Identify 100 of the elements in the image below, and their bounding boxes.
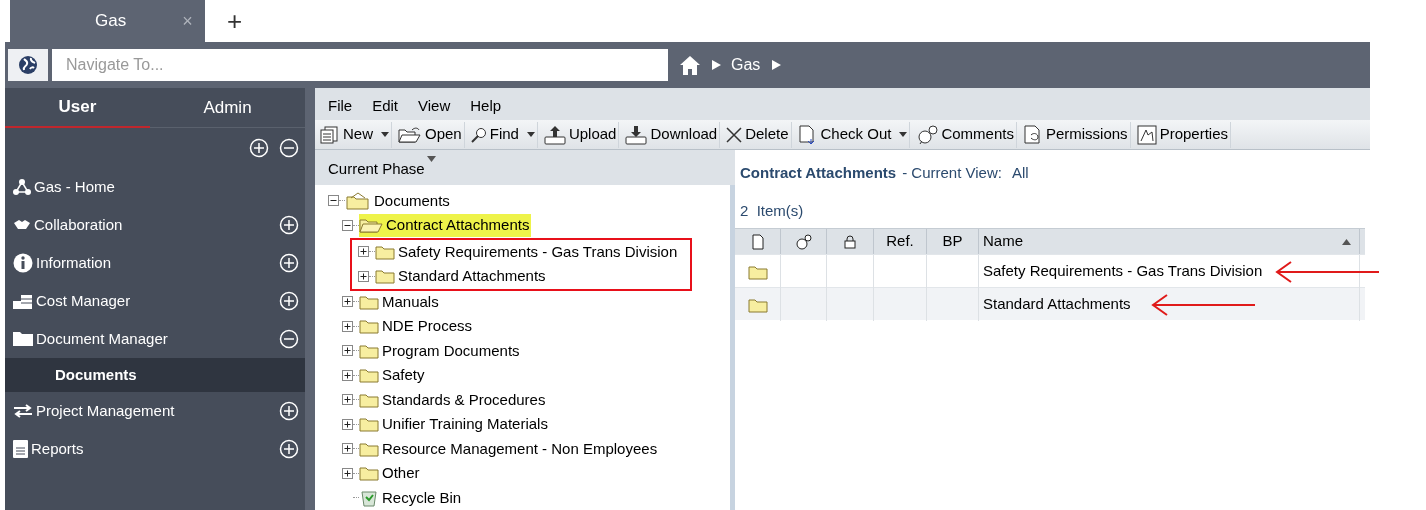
tree-item[interactable]: Safety (359, 364, 427, 387)
folder-icon (359, 342, 379, 359)
expand-icon[interactable] (342, 296, 353, 308)
toolbar-button[interactable]: Check Out (795, 121, 911, 148)
toolbar-button[interactable]: New (318, 121, 392, 148)
column-header[interactable]: Name (983, 230, 1023, 253)
folder-icon (359, 465, 379, 482)
toolbar-button[interactable]: Permissions (1020, 121, 1131, 148)
nav-item[interactable]: Document Manager (13, 327, 279, 351)
expand-icon[interactable] (342, 320, 353, 332)
toolbar-icon (470, 126, 487, 143)
table-cell-text: Standard Attachments (983, 294, 1131, 315)
column-icon[interactable] (844, 234, 856, 249)
toolbar-button[interactable]: Download (623, 121, 721, 148)
sidebar-tab[interactable]: Admin (150, 88, 295, 128)
tab-title: Gas (95, 10, 127, 33)
home-icon (678, 54, 702, 76)
nav-item[interactable]: Cost Manager (13, 289, 279, 313)
collapse-icon[interactable] (342, 219, 353, 231)
tree-item[interactable]: Safety Requirements - Gas Trans Division (375, 240, 680, 263)
column-icon[interactable] (751, 233, 764, 250)
expand-icon[interactable] (342, 467, 353, 479)
nav-icon (13, 332, 33, 346)
folder-title: Contract Attachments (740, 162, 897, 183)
tree-item[interactable]: Other (359, 462, 422, 485)
toolbar-icon (320, 125, 340, 144)
expand-icon[interactable] (342, 443, 353, 455)
nav-item[interactable]: Gas - Home (13, 175, 299, 199)
breadcrumb-link[interactable]: Gas (731, 53, 761, 77)
chevron-icon (772, 60, 782, 70)
toolbar-icon (726, 126, 743, 143)
toolbar-icon (398, 125, 422, 144)
nav-icon (13, 219, 31, 231)
view-value: All (1011, 162, 1029, 183)
folder-icon (359, 440, 379, 457)
globe-button[interactable] (8, 49, 48, 81)
toolbar-icon (1136, 124, 1157, 145)
new-tab-button[interactable]: + (227, 1, 243, 41)
nav-icon (13, 404, 33, 418)
folder-icon (345, 191, 371, 210)
column-icon[interactable] (794, 233, 813, 250)
toolbar-icon (1022, 124, 1043, 145)
expand-icon[interactable] (358, 270, 369, 282)
folder-icon (375, 268, 395, 285)
menu-item[interactable]: Edit (372, 95, 399, 118)
nav-icon (13, 440, 28, 458)
folder-icon (359, 318, 379, 335)
toolbar-button[interactable]: Open (396, 121, 465, 148)
item-count: 2 Item(s) (740, 201, 805, 221)
chevron-icon (712, 60, 721, 70)
tree-item[interactable]: NDE Process (359, 315, 475, 338)
folder-icon (375, 243, 395, 260)
tree-item[interactable]: Documents (345, 189, 452, 212)
tree-item[interactable]: Standards & Procedures (359, 388, 548, 411)
menu-item[interactable]: View (418, 95, 451, 118)
toolbar-icon (916, 124, 939, 145)
nav-item[interactable]: Information (13, 251, 279, 275)
expand-icon[interactable] (342, 418, 353, 430)
collapse-icon[interactable] (328, 195, 339, 207)
expand-icon[interactable] (342, 345, 353, 357)
sidebar-tab[interactable]: User (5, 88, 150, 128)
nav-subitem[interactable]: Documents (5, 358, 305, 392)
toolbar-button[interactable]: Properties (1134, 121, 1231, 148)
folder-icon (359, 416, 379, 433)
caret-icon (426, 156, 436, 162)
tree-item[interactable]: Resource Management - Non Employees (359, 437, 660, 460)
table-cell-text: Safety Requirements - Gas Trans Division (983, 261, 1263, 282)
folder-icon (747, 296, 768, 313)
nav-icon (13, 293, 33, 309)
toolbar-button[interactable]: Delete (724, 121, 792, 148)
folder-icon (359, 391, 379, 408)
folder-icon (747, 263, 768, 280)
phase-selector[interactable]: Current Phase (328, 158, 425, 181)
folder-icon (359, 293, 379, 310)
tab[interactable]: Gas × (10, 0, 205, 42)
nav-icon (13, 253, 33, 273)
navigate-field[interactable]: Navigate To... (52, 49, 668, 81)
expand-icon[interactable] (342, 369, 353, 381)
tree-item[interactable]: Program Documents (359, 339, 522, 362)
toolbar-button[interactable]: Find (468, 121, 538, 148)
toolbar-button[interactable]: Comments (914, 121, 1017, 148)
globe-icon (18, 55, 38, 75)
tree-item[interactable]: Recycle Bin (359, 486, 464, 509)
nav-icon (13, 179, 31, 195)
recycle-bin-icon (359, 488, 379, 507)
nav-item[interactable]: Collaboration (13, 213, 279, 237)
menu-item[interactable]: Help (470, 95, 502, 118)
expand-icon[interactable] (342, 394, 353, 406)
tree-item[interactable]: Standard Attachments (375, 265, 548, 288)
view-label: - Current View: (902, 162, 1002, 183)
toolbar-button[interactable]: Upload (541, 121, 620, 148)
expand-icon[interactable] (358, 246, 369, 258)
nav-item[interactable]: Project Management (13, 399, 279, 423)
toolbar-icon (543, 124, 566, 145)
folder-icon (359, 217, 383, 234)
tree-item[interactable]: Unifier Training Materials (359, 413, 550, 436)
menu-item[interactable]: File (328, 95, 353, 118)
nav-item[interactable]: Reports (13, 437, 279, 461)
tree-item[interactable]: Manuals (359, 290, 441, 313)
tree-item[interactable]: Contract Attachments (359, 214, 532, 237)
